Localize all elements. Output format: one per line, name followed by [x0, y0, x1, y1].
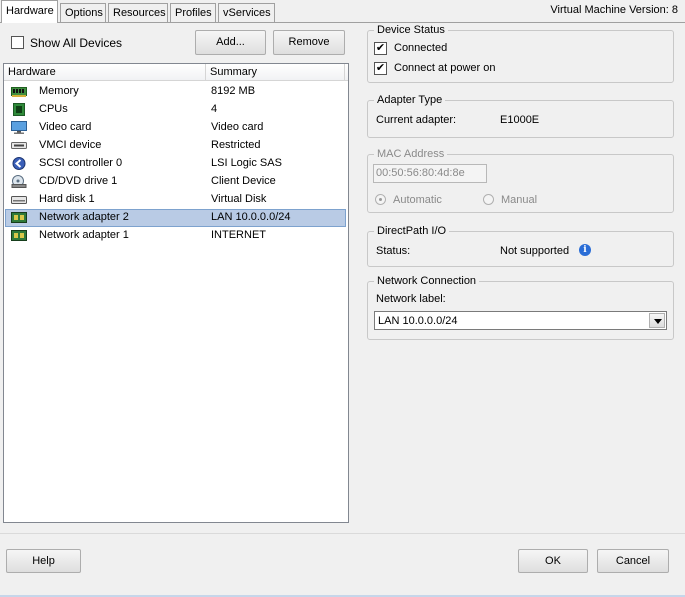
table-row[interactable]: CD/DVD drive 1 Client Device [5, 173, 346, 191]
network-connection-group: Network Connection Network label: LAN 10… [367, 275, 674, 340]
current-adapter-label: Current adapter: [376, 114, 457, 126]
directpath-status-label: Status: [376, 245, 411, 257]
hardware-name: Hard disk 1 [39, 193, 95, 205]
network-adapter-icon [11, 230, 27, 241]
mac-automatic-label: Automatic [393, 194, 442, 206]
hardware-summary: LSI Logic SAS [211, 157, 282, 169]
tab-hardware[interactable]: Hardware [1, 0, 58, 23]
mac-address-title: MAC Address [374, 148, 448, 160]
tab-profiles[interactable]: Profiles [170, 3, 216, 22]
network-adapter-icon [11, 212, 27, 223]
tab-options[interactable]: Options [60, 3, 106, 22]
hardware-name: SCSI controller 0 [39, 157, 123, 169]
cancel-button[interactable]: Cancel [597, 549, 669, 573]
mac-manual-radio[interactable] [483, 194, 494, 205]
table-row[interactable]: Network adapter 1 INTERNET [5, 227, 346, 245]
hardware-name: Network adapter 2 [39, 211, 129, 223]
hardware-list: Hardware Summary Memory 8192 MB CPUs 4 V… [3, 63, 349, 523]
table-row[interactable]: SCSI controller 0 LSI Logic SAS [5, 155, 346, 173]
hardware-summary: Restricted [211, 139, 261, 151]
network-label-value: LAN 10.0.0.0/24 [378, 315, 458, 327]
show-all-devices-checkbox[interactable] [11, 36, 24, 49]
device-status-group: Device Status ✔ Connected ✔ Connect at p… [367, 24, 674, 83]
mac-address-field[interactable]: 00:50:56:80:4d:8e [373, 164, 487, 183]
chevron-down-icon[interactable] [649, 313, 665, 328]
bottom-separator [0, 533, 685, 534]
table-row[interactable]: CPUs 4 [5, 101, 346, 119]
mac-address-group: MAC Address 00:50:56:80:4d:8e Automatic … [367, 148, 674, 213]
adapter-type-group: Adapter Type Current adapter: E1000E [367, 94, 674, 138]
remove-button[interactable]: Remove [273, 30, 345, 55]
hardware-summary: Video card [211, 121, 264, 133]
show-all-devices-label: Show All Devices [30, 36, 123, 50]
directpath-title: DirectPath I/O [374, 225, 450, 237]
table-row[interactable]: Memory 8192 MB [5, 83, 346, 101]
column-header-summary[interactable]: Summary [206, 64, 345, 81]
hardware-name: Memory [39, 85, 79, 97]
hardware-name: CPUs [39, 103, 68, 115]
add-button[interactable]: Add... [195, 30, 266, 55]
hardware-summary: Client Device [211, 175, 276, 187]
connect-at-power-on-label: Connect at power on [394, 62, 496, 74]
hardware-name: VMCI device [39, 139, 102, 151]
ok-button[interactable]: OK [518, 549, 588, 573]
mac-automatic-radio[interactable] [375, 194, 386, 205]
device-status-title: Device Status [374, 24, 448, 36]
hardware-summary: 8192 MB [211, 85, 256, 97]
hardware-summary: Virtual Disk [211, 193, 267, 205]
scsi-controller-icon [12, 157, 26, 170]
network-label-select[interactable]: LAN 10.0.0.0/24 [374, 311, 667, 330]
memory-icon [11, 87, 27, 97]
table-row[interactable]: Hard disk 1 Virtual Disk [5, 191, 346, 209]
help-button[interactable]: Help [6, 549, 81, 573]
tab-divider [0, 22, 685, 23]
hardware-name: Video card [39, 121, 92, 133]
network-label-label: Network label: [376, 293, 446, 305]
tab-resources[interactable]: Resources [108, 3, 168, 22]
hard-disk-icon [11, 196, 27, 204]
hardware-name: Network adapter 1 [39, 229, 129, 241]
hardware-summary: LAN 10.0.0.0/24 [211, 211, 291, 223]
directpath-status-value: Not supported [500, 245, 570, 257]
column-header-hardware[interactable]: Hardware [4, 64, 206, 81]
connected-checkbox[interactable]: ✔ [374, 42, 387, 55]
mac-manual-label: Manual [501, 194, 538, 206]
info-icon[interactable]: i [579, 244, 591, 256]
hardware-name: CD/DVD drive 1 [39, 175, 118, 187]
tab-vservices[interactable]: vServices [218, 3, 275, 22]
directpath-group: DirectPath I/O Status: Not supported i [367, 225, 674, 267]
adapter-type-title: Adapter Type [374, 94, 446, 106]
current-adapter-value: E1000E [500, 114, 540, 126]
hardware-summary: 4 [211, 103, 218, 115]
hardware-summary: INTERNET [211, 229, 266, 241]
cd-dvd-icon [11, 175, 27, 188]
cpu-icon [13, 103, 25, 116]
table-row[interactable]: Network adapter 2 LAN 10.0.0.0/24 [5, 209, 346, 227]
network-connection-title: Network Connection [374, 275, 480, 287]
connect-at-power-on-checkbox[interactable]: ✔ [374, 62, 387, 75]
monitor-icon [11, 121, 27, 134]
connected-label: Connected [394, 42, 448, 54]
table-row[interactable]: VMCI device Restricted [5, 137, 346, 155]
vmci-icon [11, 142, 27, 149]
vm-version-label: Virtual Machine Version: 8 [550, 4, 678, 16]
hardware-list-header: Hardware Summary [4, 64, 348, 81]
table-row[interactable]: Video card Video card [5, 119, 346, 137]
